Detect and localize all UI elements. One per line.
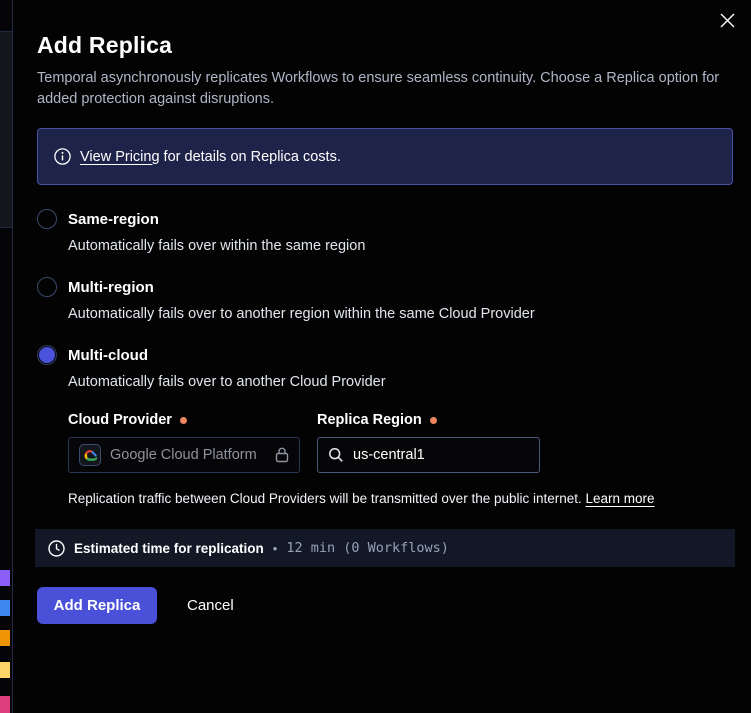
- add-replica-button[interactable]: Add Replica: [37, 587, 157, 624]
- option-multi-region: Multi-region Automatically fails over to…: [37, 277, 733, 322]
- background-panel: [0, 31, 12, 228]
- cancel-button[interactable]: Cancel: [167, 589, 254, 622]
- modal-description: Temporal asynchronously replicates Workf…: [37, 68, 733, 110]
- cloud-provider-select[interactable]: Google Cloud Platform: [68, 437, 300, 473]
- replica-region-label: Replica Region: [317, 412, 540, 428]
- background-page: [0, 0, 13, 713]
- option-description: Automatically fails over to another Clou…: [68, 374, 733, 390]
- color-chip: [0, 696, 10, 713]
- close-icon: [720, 13, 735, 28]
- replica-region-field: Replica Region: [317, 412, 540, 473]
- color-chip: [0, 600, 10, 616]
- color-chip: [0, 570, 10, 586]
- required-dot-icon: [430, 417, 437, 424]
- close-button[interactable]: [715, 8, 739, 32]
- required-dot-icon: [180, 417, 187, 424]
- estimate-banner: Estimated time for replication • 12 min …: [35, 529, 735, 567]
- public-internet-note: Replication traffic between Cloud Provid…: [68, 491, 733, 506]
- multi-cloud-form: Cloud Provider: [68, 412, 733, 473]
- page-title: Add Replica: [37, 32, 733, 59]
- radio-icon[interactable]: [37, 277, 57, 297]
- cloud-provider-value: Google Cloud Platform: [110, 447, 266, 463]
- option-multi-cloud: Multi-cloud Automatically fails over to …: [37, 345, 733, 506]
- radio-multi-region[interactable]: Multi-region: [37, 277, 733, 297]
- color-chip: [0, 662, 10, 678]
- learn-more-link[interactable]: Learn more: [586, 491, 655, 506]
- radio-icon[interactable]: [37, 209, 57, 229]
- modal-actions: Add Replica Cancel: [37, 587, 733, 624]
- option-label: Multi-region: [68, 279, 154, 296]
- color-chip: [0, 630, 10, 646]
- cloud-provider-field: Cloud Provider: [68, 412, 300, 473]
- info-icon: [54, 148, 71, 165]
- radio-icon[interactable]: [37, 345, 57, 365]
- add-replica-modal: Add Replica Temporal asynchronously repl…: [13, 0, 751, 713]
- replica-region-searchbox[interactable]: [317, 437, 540, 473]
- estimate-value: 12 min (0 Workflows): [286, 540, 449, 556]
- pricing-banner: View Pricing for details on Replica cost…: [37, 128, 733, 185]
- pricing-banner-text: View Pricing for details on Replica cost…: [80, 149, 341, 165]
- screen: Add Replica Temporal asynchronously repl…: [0, 0, 751, 713]
- radio-same-region[interactable]: Same-region: [37, 209, 733, 229]
- cloud-provider-label: Cloud Provider: [68, 412, 300, 428]
- option-same-region: Same-region Automatically fails over wit…: [37, 209, 733, 254]
- estimate-label: Estimated time for replication: [74, 541, 264, 556]
- option-description: Automatically fails over within the same…: [68, 238, 733, 254]
- replica-option-group: Same-region Automatically fails over wit…: [37, 209, 733, 506]
- lock-icon: [275, 447, 289, 463]
- option-label: Multi-cloud: [68, 347, 148, 364]
- search-icon: [328, 447, 344, 463]
- radio-multi-cloud[interactable]: Multi-cloud: [37, 345, 733, 365]
- option-label: Same-region: [68, 211, 159, 228]
- estimate-separator: •: [273, 541, 278, 556]
- clock-icon: [48, 540, 65, 557]
- gcp-logo-icon: [79, 444, 101, 466]
- option-description: Automatically fails over to another regi…: [68, 306, 733, 322]
- view-pricing-link[interactable]: View Pricing: [80, 149, 160, 165]
- replica-region-input[interactable]: [353, 447, 529, 463]
